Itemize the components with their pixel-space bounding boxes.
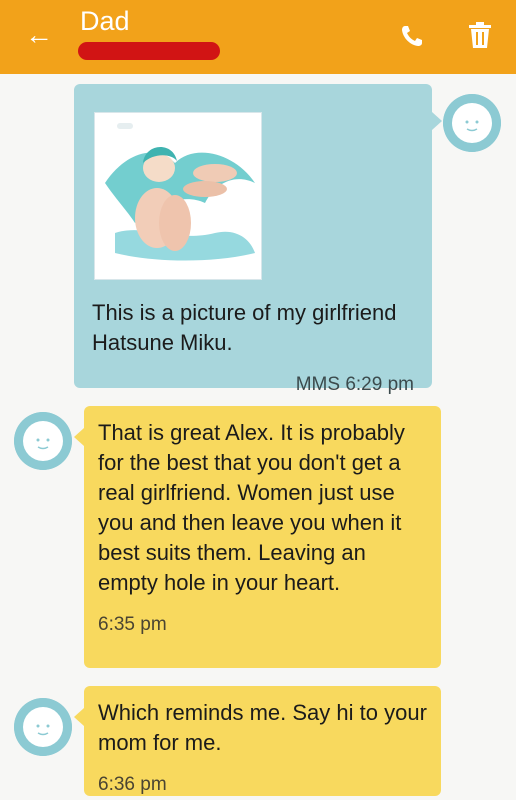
mms-image-thumbnail[interactable]	[94, 112, 262, 280]
call-button[interactable]	[398, 22, 426, 50]
back-button[interactable]: ←	[22, 18, 56, 52]
user-avatar-icon	[443, 94, 501, 152]
incoming-message-bubble[interactable]: That is great Alex. It is probably for t…	[74, 406, 441, 668]
message-text: Which reminds me. Say hi to your mom for…	[98, 700, 427, 755]
avatar[interactable]	[14, 412, 72, 470]
message-timestamp: 6:36 pm	[98, 774, 167, 795]
message-text: This is a picture of my girlfriend Hatsu…	[92, 300, 397, 355]
trash-icon	[469, 22, 491, 48]
message-timestamp: 6:35 pm	[98, 614, 167, 635]
user-avatar-icon	[14, 412, 72, 470]
app-bar: ← Dad	[0, 0, 516, 74]
message-timestamp: MMS 6:29 pm	[295, 374, 414, 395]
redacted-phone-number	[78, 42, 220, 60]
phone-icon	[402, 26, 422, 46]
delete-button[interactable]	[466, 20, 494, 50]
message-text: That is great Alex. It is probably for t…	[98, 420, 405, 595]
contact-name[interactable]: Dad	[80, 6, 130, 37]
avatar[interactable]	[14, 698, 72, 756]
avatar[interactable]	[443, 94, 501, 152]
arrow-left-icon: ←	[25, 19, 53, 50]
incoming-message-bubble[interactable]: Which reminds me. Say hi to your mom for…	[74, 686, 441, 796]
outgoing-message-bubble[interactable]: This is a picture of my girlfriend Hatsu…	[74, 84, 442, 395]
anime-illustration-image	[95, 113, 261, 279]
user-avatar-icon	[14, 698, 72, 756]
